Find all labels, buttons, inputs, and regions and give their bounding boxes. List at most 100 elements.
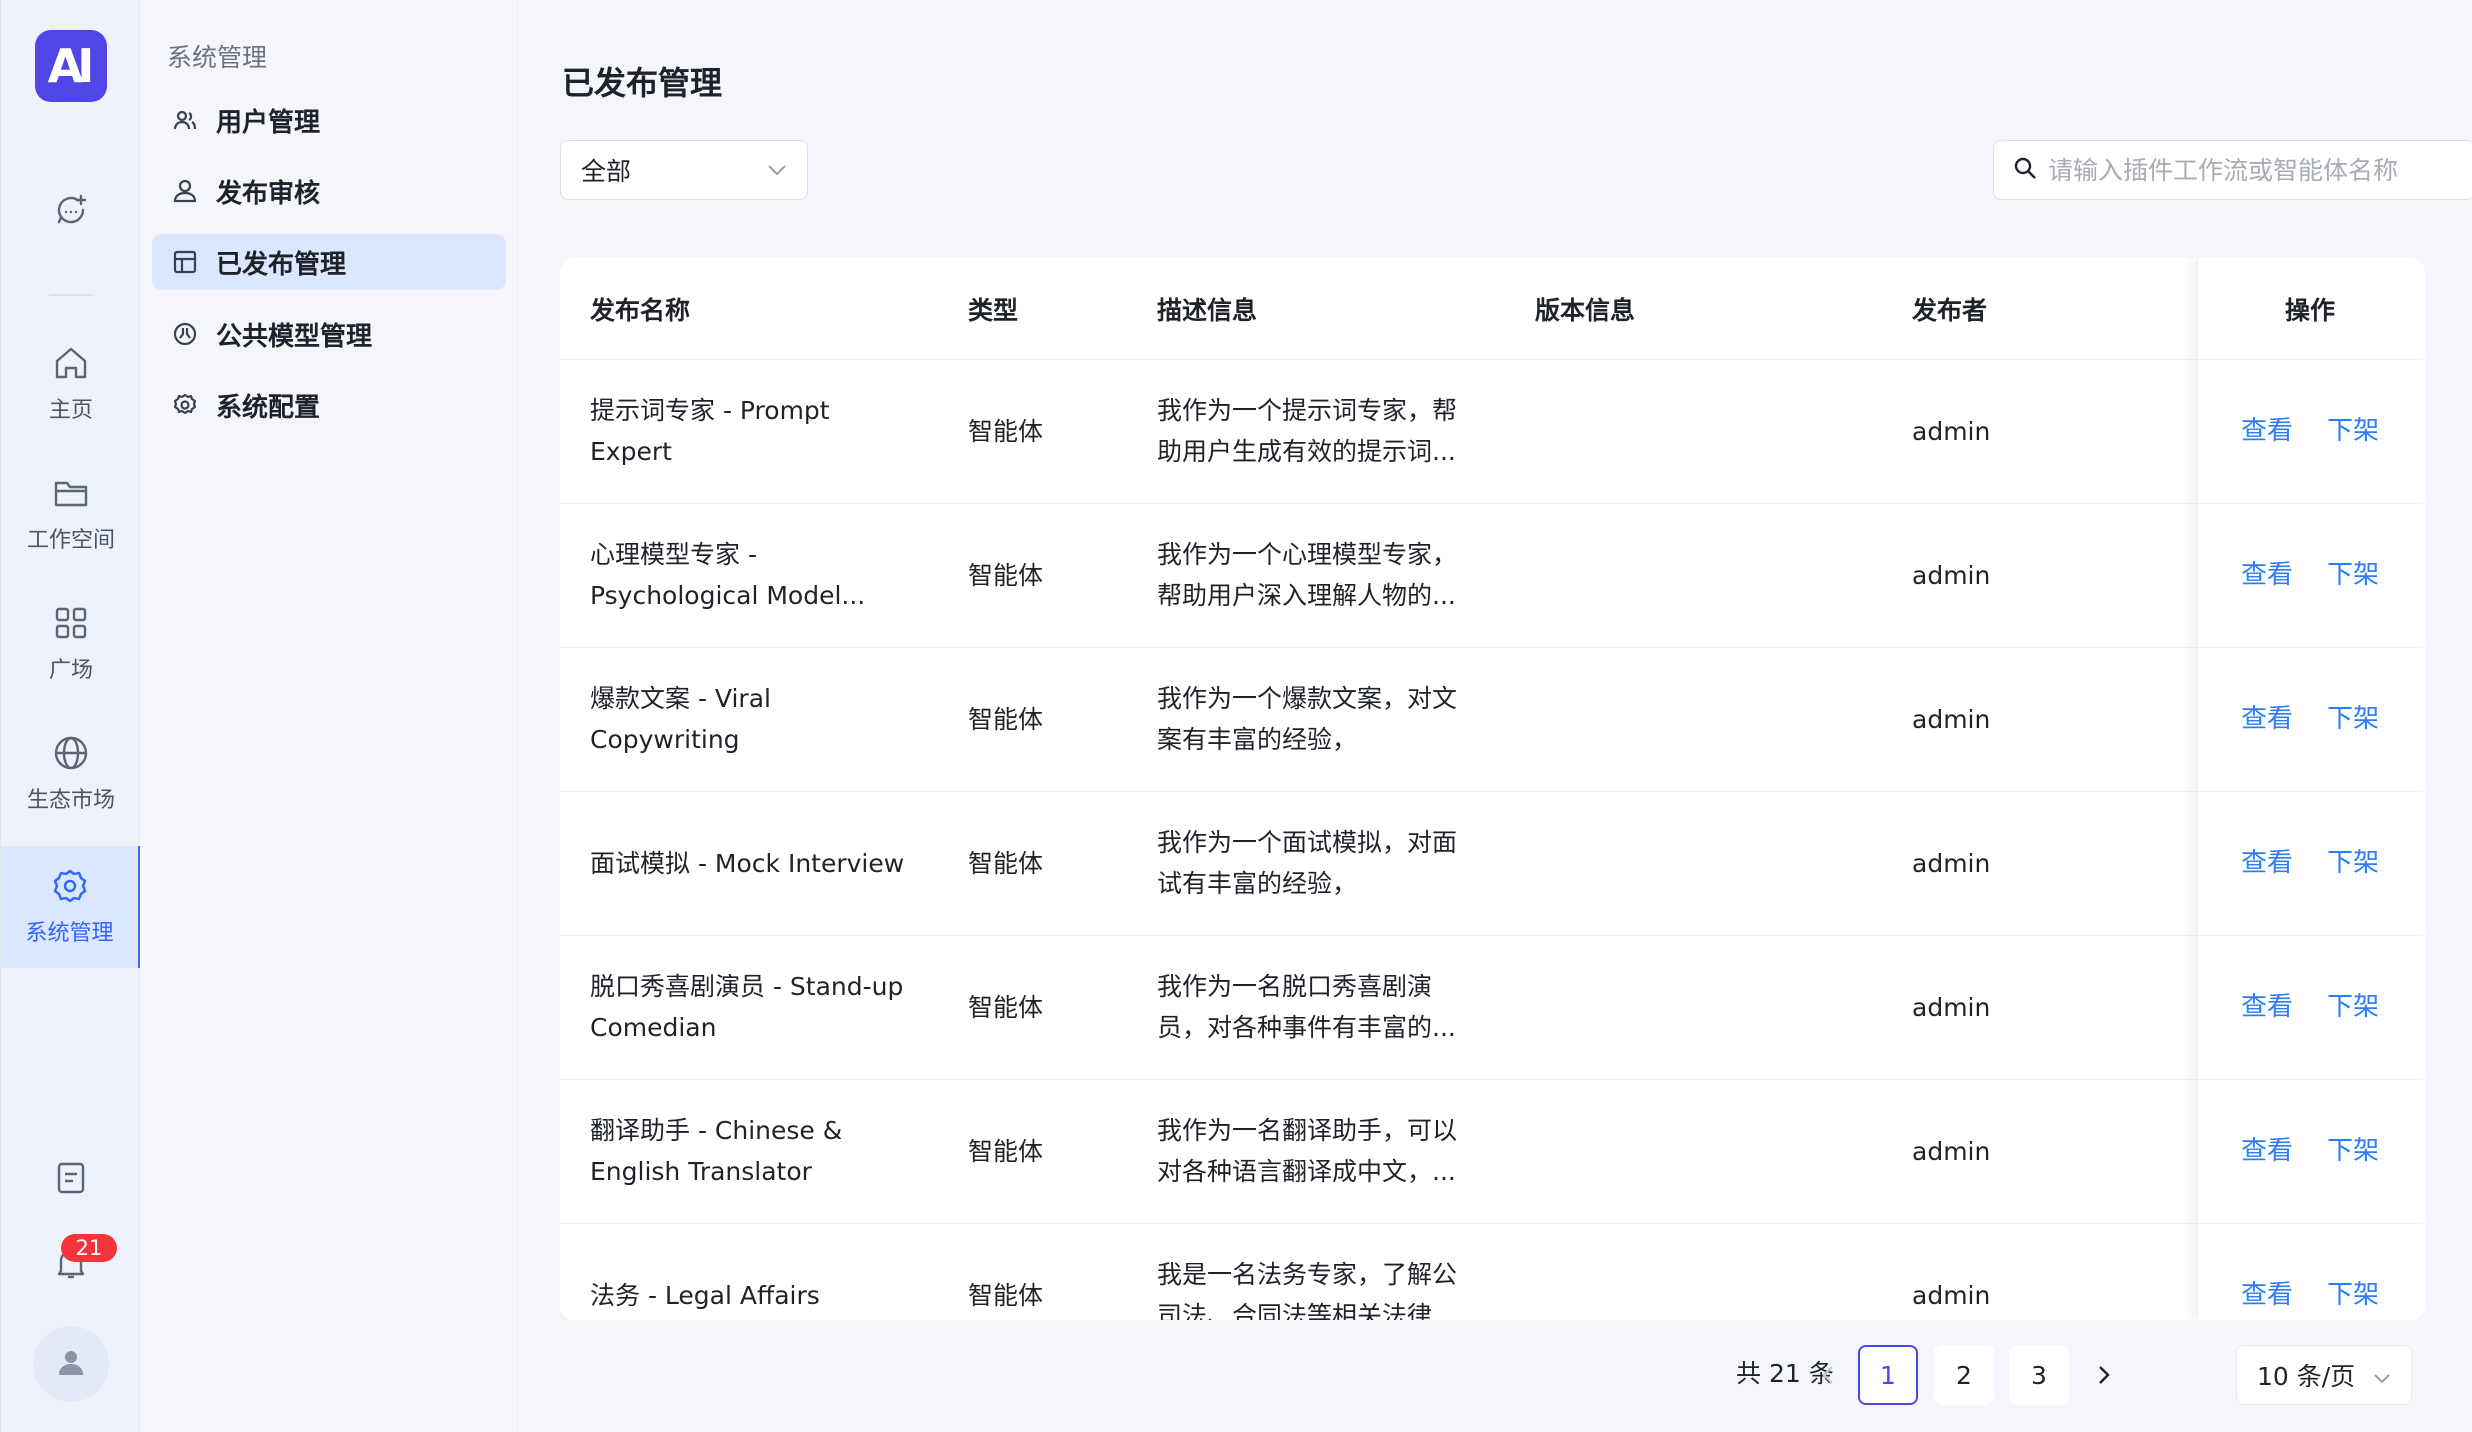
rail-item-label: 主页 bbox=[48, 398, 93, 423]
unpublish-link[interactable]: 下架 bbox=[2327, 411, 2379, 452]
logo-text: AI bbox=[47, 39, 95, 93]
next-page-button[interactable] bbox=[2084, 1357, 2124, 1397]
row-description: 我作为一名翻译助手，可以 对各种语言翻译成中文，... bbox=[1157, 1110, 1517, 1192]
view-link[interactable]: 查看 bbox=[2241, 1275, 2293, 1316]
view-link[interactable]: 查看 bbox=[2241, 1131, 2293, 1172]
unpublish-link[interactable]: 下架 bbox=[2327, 699, 2379, 740]
page-title: 已发布管理 bbox=[562, 64, 723, 102]
prev-page-button[interactable] bbox=[1808, 1357, 1848, 1397]
row-desc-line: 司法、合同法等相关法律... bbox=[1157, 1301, 1456, 1320]
rail-divider bbox=[49, 294, 93, 296]
view-link[interactable]: 查看 bbox=[2241, 843, 2293, 884]
row-desc-line: 试有丰富的经验， bbox=[1157, 869, 1358, 898]
view-link[interactable]: 查看 bbox=[2241, 699, 2293, 740]
table-row: 爆款文案 - Viral Copywriting 智能体 我作为一个爆款文案，对… bbox=[560, 648, 2425, 792]
rail-item-label: 系统管理 bbox=[25, 921, 114, 946]
row-name-line: Comedian bbox=[590, 1013, 717, 1042]
row-name-line: English Translator bbox=[590, 1157, 812, 1186]
rail-item-market[interactable]: 生态市场 bbox=[1, 724, 141, 824]
type-filter-select[interactable]: 全部 bbox=[560, 140, 808, 200]
model-icon bbox=[172, 321, 198, 347]
row-publisher: admin bbox=[1912, 561, 1991, 590]
row-desc-line: 我作为一个心理模型专家， bbox=[1157, 540, 1458, 569]
rail-item-home[interactable]: 主页 bbox=[1, 334, 141, 434]
table-row: 面试模拟 - Mock Interview 智能体 我作为一个面试模拟，对面 试… bbox=[560, 792, 2425, 936]
row-name-line: 心理模型专家 - bbox=[590, 540, 757, 569]
column-header-publisher: 发布者 bbox=[1912, 295, 1988, 325]
unpublish-link[interactable]: 下架 bbox=[2327, 1275, 2379, 1316]
chevron-left-icon bbox=[1821, 1364, 1835, 1390]
view-link[interactable]: 查看 bbox=[2241, 987, 2293, 1028]
row-desc-line: 我作为一个爆款文案，对文 bbox=[1157, 684, 1458, 713]
system-menu: 系统管理 用户管理 发布审核 已发布管理 公共模型管理 系统配置 bbox=[140, 0, 518, 1432]
main-content: 已发布管理 全部 发布名称 类型 描述信息 版本信息 发布者 操作 bbox=[518, 0, 2472, 1432]
unpublish-link[interactable]: 下架 bbox=[2327, 843, 2379, 884]
rail-item-label: 广场 bbox=[48, 658, 93, 683]
row-name: 翻译助手 - Chinese & English Translator bbox=[590, 1110, 950, 1192]
avatar[interactable] bbox=[33, 1326, 109, 1402]
published-table: 发布名称 类型 描述信息 版本信息 发布者 操作 提示词专家 - Prompt … bbox=[560, 258, 2425, 1320]
row-desc-line: 案有丰富的经验， bbox=[1157, 725, 1358, 754]
grid-icon bbox=[52, 604, 90, 646]
new-chat-button[interactable] bbox=[1, 176, 141, 248]
menu-item-public-models[interactable]: 公共模型管理 bbox=[152, 306, 506, 362]
column-header-type: 类型 bbox=[968, 295, 1019, 325]
row-type: 智能体 bbox=[968, 993, 1044, 1022]
rail-item-system[interactable]: 系统管理 bbox=[1, 846, 141, 968]
row-publisher: admin bbox=[1912, 993, 1991, 1022]
icon-rail: AI 主页 工作空间 广场 生态市场 系统管理 21 bbox=[0, 0, 141, 1432]
home-icon bbox=[52, 344, 90, 386]
row-name-line: 翻译助手 - Chinese & bbox=[590, 1116, 843, 1145]
chevron-right-icon bbox=[2097, 1364, 2111, 1390]
select-value: 全部 bbox=[581, 157, 632, 186]
menu-item-label: 用户管理 bbox=[216, 107, 321, 138]
docs-button[interactable] bbox=[1, 1158, 141, 1202]
table-header: 发布名称 类型 描述信息 版本信息 发布者 操作 bbox=[560, 258, 2425, 360]
menu-item-published[interactable]: 已发布管理 bbox=[152, 234, 506, 290]
column-header-name: 发布名称 bbox=[590, 295, 691, 325]
layout-icon bbox=[172, 249, 198, 275]
menu-title: 系统管理 bbox=[167, 43, 268, 72]
row-desc-line: 我作为一名翻译助手，可以 bbox=[1157, 1116, 1458, 1145]
app-logo[interactable]: AI bbox=[35, 30, 107, 102]
row-description: 我作为一个爆款文案，对文 案有丰富的经验， bbox=[1157, 678, 1517, 760]
users-icon bbox=[172, 107, 198, 133]
row-desc-line: 员，对各种事件有丰富的... bbox=[1157, 1013, 1456, 1042]
row-name-line: 爆款文案 - Viral bbox=[590, 684, 771, 713]
menu-item-config[interactable]: 系统配置 bbox=[152, 377, 506, 433]
settings-icon bbox=[172, 392, 198, 418]
rail-item-plaza[interactable]: 广场 bbox=[1, 594, 141, 694]
menu-item-label: 系统配置 bbox=[216, 392, 321, 423]
row-desc-line: 对各种语言翻译成中文，... bbox=[1157, 1157, 1456, 1186]
row-desc-line: 我是一名法务专家，了解公 bbox=[1157, 1260, 1458, 1289]
page-button-3[interactable]: 3 bbox=[2009, 1345, 2069, 1405]
row-name: 心理模型专家 - Psychological Model... bbox=[590, 534, 950, 616]
row-name: 提示词专家 - Prompt Expert bbox=[590, 390, 950, 472]
page-button-2[interactable]: 2 bbox=[1934, 1345, 1994, 1405]
row-desc-line: 助用户生成有效的提示词... bbox=[1157, 437, 1456, 466]
view-link[interactable]: 查看 bbox=[2241, 411, 2293, 452]
view-link[interactable]: 查看 bbox=[2241, 555, 2293, 596]
menu-item-review[interactable]: 发布审核 bbox=[152, 163, 506, 219]
gear-icon bbox=[51, 867, 89, 909]
page-button-1[interactable]: 1 bbox=[1858, 1345, 1918, 1405]
row-name-line: 法务 - Legal Affairs bbox=[590, 1281, 820, 1310]
row-name-line: Psychological Model... bbox=[590, 581, 866, 610]
unpublish-link[interactable]: 下架 bbox=[2327, 987, 2379, 1028]
column-header-version: 版本信息 bbox=[1535, 295, 1636, 325]
row-type: 智能体 bbox=[968, 1281, 1044, 1310]
chevron-down-icon bbox=[2373, 1361, 2391, 1390]
search-icon bbox=[2012, 155, 2038, 185]
menu-item-users[interactable]: 用户管理 bbox=[152, 92, 506, 148]
row-description: 我作为一个提示词专家，帮 助用户生成有效的提示词... bbox=[1157, 390, 1517, 472]
page-size-select[interactable]: 10 条/页 bbox=[2236, 1345, 2412, 1405]
row-publisher: admin bbox=[1912, 417, 1991, 446]
rail-item-workspace[interactable]: 工作空间 bbox=[1, 464, 141, 564]
user-review-icon bbox=[172, 178, 198, 204]
unpublish-link[interactable]: 下架 bbox=[2327, 1131, 2379, 1172]
unpublish-link[interactable]: 下架 bbox=[2327, 555, 2379, 596]
search-input[interactable] bbox=[2048, 155, 2456, 185]
row-name-line: Copywriting bbox=[590, 725, 740, 754]
row-description: 我作为一个面试模拟，对面 试有丰富的经验， bbox=[1157, 822, 1517, 904]
row-desc-line: 我作为一个面试模拟，对面 bbox=[1157, 828, 1458, 857]
